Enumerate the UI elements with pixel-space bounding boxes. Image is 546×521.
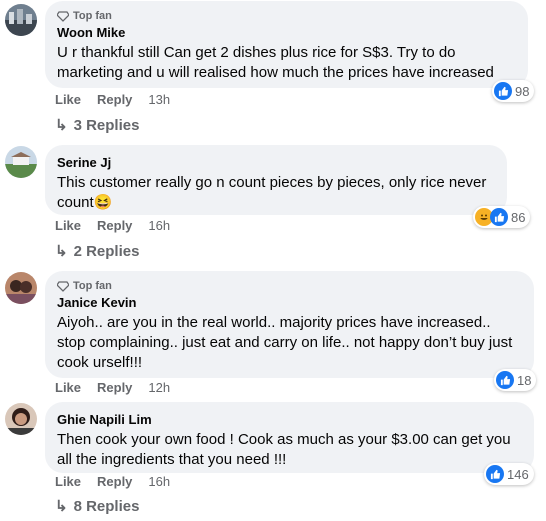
comment-author[interactable]: Serine Jj bbox=[57, 154, 495, 171]
view-replies-button[interactable]: ↳ 8 Replies bbox=[55, 497, 139, 516]
comment-actions: Like Reply 13h bbox=[55, 92, 170, 107]
like-button[interactable]: Like bbox=[55, 474, 81, 489]
comment-bubble: Ghie Napili Lim Then cook your own food … bbox=[45, 402, 534, 473]
comment-author[interactable]: Ghie Napili Lim bbox=[57, 411, 522, 428]
like-button[interactable]: Like bbox=[55, 92, 81, 107]
diamond-icon bbox=[57, 11, 69, 22]
comment-actions: Like Reply 16h bbox=[55, 474, 170, 489]
reply-arrow-icon: ↳ bbox=[55, 498, 68, 515]
avatar[interactable] bbox=[5, 4, 37, 36]
like-button[interactable]: Like bbox=[55, 380, 81, 395]
reply-button[interactable]: Reply bbox=[97, 380, 132, 395]
comment-author[interactable]: Woon Mike bbox=[57, 24, 516, 41]
reaction-summary[interactable]: 86 bbox=[473, 206, 531, 228]
reaction-count: 86 bbox=[511, 209, 526, 225]
like-reaction-icon bbox=[496, 371, 514, 389]
like-reaction-icon bbox=[490, 208, 508, 226]
avatar[interactable] bbox=[5, 146, 37, 178]
comment-timestamp[interactable]: 12h bbox=[148, 380, 170, 395]
like-button[interactable]: Like bbox=[55, 218, 81, 233]
comment-timestamp[interactable]: 13h bbox=[148, 92, 170, 107]
reaction-summary[interactable]: 18 bbox=[494, 369, 537, 391]
comment-bubble: Serine Jj This customer really go n coun… bbox=[45, 145, 507, 215]
comment-text: U r thankful still Can get 2 dishes plus… bbox=[57, 44, 494, 81]
diamond-icon bbox=[57, 281, 69, 292]
comment-text: Then cook your own food ! Cook as much a… bbox=[57, 431, 511, 468]
comment-timestamp[interactable]: 16h bbox=[148, 218, 170, 233]
comment-author[interactable]: Janice Kevin bbox=[57, 294, 522, 311]
view-replies-button[interactable]: ↳ 2 Replies bbox=[55, 242, 139, 261]
comment-bubble: Top fan Woon Mike U r thankful still Can… bbox=[45, 1, 528, 88]
comment-timestamp[interactable]: 16h bbox=[148, 474, 170, 489]
avatar[interactable] bbox=[5, 403, 37, 435]
reply-button[interactable]: Reply bbox=[97, 92, 132, 107]
reply-arrow-icon: ↳ bbox=[55, 117, 68, 134]
reaction-summary[interactable]: 98 bbox=[492, 80, 535, 102]
reply-button[interactable]: Reply bbox=[97, 218, 132, 233]
reaction-count: 146 bbox=[507, 466, 529, 482]
laughing-emoji-icon: 😆 bbox=[93, 194, 113, 211]
comment-actions: Like Reply 16h bbox=[55, 218, 170, 233]
reaction-count: 18 bbox=[517, 372, 532, 388]
avatar[interactable] bbox=[5, 272, 37, 304]
reaction-count: 98 bbox=[515, 83, 530, 99]
reply-arrow-icon: ↳ bbox=[55, 243, 68, 260]
comment-text: This customer really go n count pieces b… bbox=[57, 174, 487, 211]
comment-bubble: Top fan Janice Kevin Aiyoh.. are you in … bbox=[45, 271, 534, 378]
reply-button[interactable]: Reply bbox=[97, 474, 132, 489]
reaction-summary[interactable]: 146 bbox=[484, 463, 534, 485]
top-fan-badge: Top fan bbox=[57, 280, 522, 293]
view-replies-button[interactable]: ↳ 3 Replies bbox=[55, 116, 139, 135]
comment-text: Aiyoh.. are you in the real world.. majo… bbox=[57, 314, 513, 371]
top-fan-badge: Top fan bbox=[57, 10, 516, 23]
like-reaction-icon bbox=[494, 82, 512, 100]
comment-actions: Like Reply 12h bbox=[55, 380, 170, 395]
like-reaction-icon bbox=[486, 465, 504, 483]
